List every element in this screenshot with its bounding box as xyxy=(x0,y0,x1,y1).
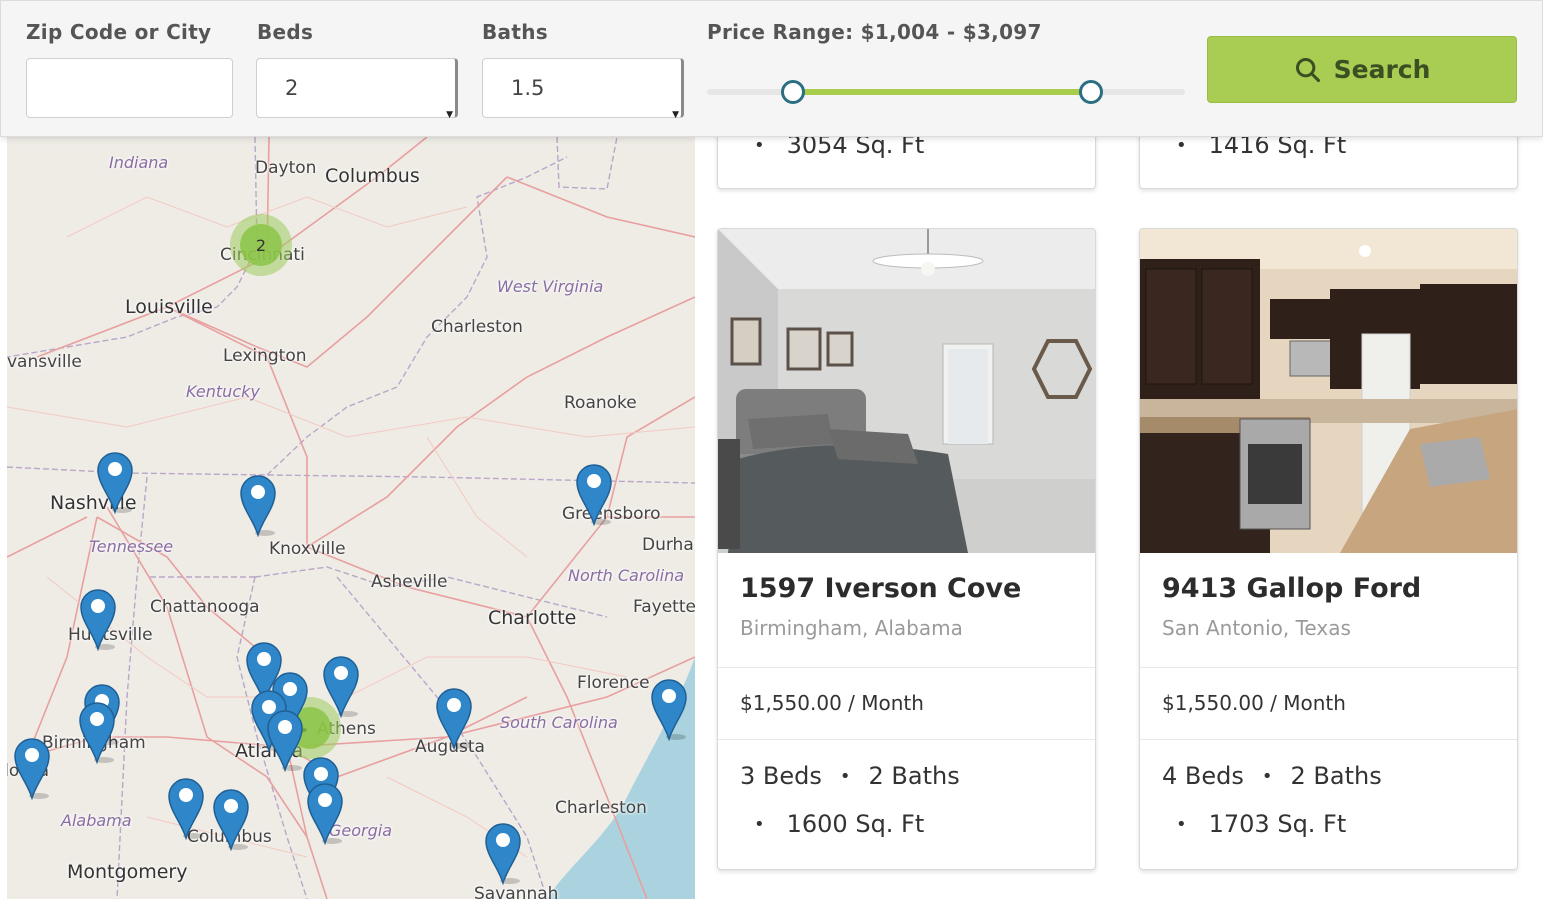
listings-map[interactable]: Indiana Dayton Columbus Cincinnati Louis… xyxy=(7,137,695,899)
map-label-columbus-oh: Columbus xyxy=(325,165,420,187)
map-label-durham: Durham xyxy=(642,535,695,555)
search-button[interactable]: Search xyxy=(1207,36,1517,103)
map-label-kentucky: Kentucky xyxy=(186,382,260,401)
map-label-chattanooga: Chattanooga xyxy=(150,597,260,617)
listing-card[interactable]: 1597 Iverson Cove Birmingham, Alabama $1… xyxy=(717,228,1096,870)
kitchen-photo[interactable] xyxy=(1140,229,1517,553)
listing-beds: 3 Beds xyxy=(740,762,822,790)
map-pin-marker[interactable] xyxy=(96,450,134,515)
map-label-evansville: vansville xyxy=(7,352,82,372)
map-label-south-carolina: South Carolina xyxy=(500,713,618,732)
map-label-fayetteville: Fayettev xyxy=(633,597,695,617)
map-label-charlotte: Charlotte xyxy=(488,607,577,629)
listing-title[interactable]: 9413 Gallop Ford xyxy=(1162,573,1421,604)
baths-label: Baths xyxy=(482,20,548,44)
map-label-knoxville: Knoxville xyxy=(269,539,346,559)
map-label-tennessee: Tennessee xyxy=(89,537,174,556)
listing-beds-baths: 3 Beds • 2 Baths xyxy=(740,762,960,790)
baths-select[interactable]: 1.5 ▼ xyxy=(482,58,684,120)
listing-price: $1,550.00 / Month xyxy=(1162,691,1346,715)
map-pin-marker[interactable] xyxy=(13,736,51,801)
chevron-down-icon: ▼ xyxy=(446,110,453,120)
price-range-label: Price Range: $1,004 - $3,097 xyxy=(707,20,1042,44)
zip-code-input[interactable] xyxy=(26,58,233,118)
listing-location: Birmingham, Alabama xyxy=(740,616,963,640)
map-label-dayton: Dayton xyxy=(255,158,317,178)
search-button-label: Search xyxy=(1333,55,1431,84)
listing-beds: 4 Beds xyxy=(1162,762,1244,790)
listing-location: San Antonio, Texas xyxy=(1162,616,1351,640)
listing-price: $1,550.00 / Month xyxy=(740,691,924,715)
map-pin-marker[interactable] xyxy=(266,708,304,773)
map-label-lexington: Lexington xyxy=(223,346,307,366)
map-label-roanoke: Roanoke xyxy=(564,393,637,413)
map-label-charleston-wv: Charleston xyxy=(431,317,523,337)
divider xyxy=(1140,739,1517,740)
map-pin-marker[interactable] xyxy=(306,781,344,846)
map-pin-marker[interactable] xyxy=(322,654,360,719)
map-pin-marker[interactable] xyxy=(650,677,688,742)
map-label-indiana: Indiana xyxy=(109,153,169,172)
map-label-alabama: Alabama xyxy=(61,811,132,830)
listing-title[interactable]: 1597 Iverson Cove xyxy=(740,573,1021,604)
map-label-savannah: Savannah xyxy=(474,884,559,899)
map-pin-marker[interactable] xyxy=(435,686,473,751)
map-pin-marker[interactable] xyxy=(78,700,116,765)
price-max-handle[interactable] xyxy=(1079,80,1103,104)
listing-sqft: • 1600 Sq. Ft xyxy=(754,810,925,838)
map-pin-marker[interactable] xyxy=(212,787,250,852)
beds-label: Beds xyxy=(257,20,314,44)
price-min-handle[interactable] xyxy=(781,80,805,104)
chevron-down-icon: ▼ xyxy=(672,110,679,120)
map-label-asheville: Asheville xyxy=(371,572,448,592)
map-pin-marker[interactable] xyxy=(239,473,277,538)
listing-card[interactable]: 9413 Gallop Ford San Antonio, Texas $1,5… xyxy=(1139,228,1518,870)
divider xyxy=(1140,667,1517,668)
map-cluster-marker[interactable]: 2 xyxy=(230,214,292,276)
map-label-north-carolina: North Carolina xyxy=(568,566,685,585)
search-filter-bar: Zip Code or City Beds 2 ▼ Baths 1.5 ▼ Pr… xyxy=(0,0,1543,137)
map-pin-marker[interactable] xyxy=(484,821,522,886)
map-label-west-virginia: West Virginia xyxy=(497,277,604,296)
divider xyxy=(718,667,1095,668)
baths-value: 1.5 xyxy=(511,76,545,100)
map-label-louisville: Louisville xyxy=(125,296,213,318)
price-range-slider[interactable] xyxy=(707,80,1185,104)
beds-select[interactable]: 2 ▼ xyxy=(256,58,458,120)
zip-label: Zip Code or City xyxy=(26,20,212,44)
map-label-florence: Florence xyxy=(577,673,650,693)
listing-baths: 2 Baths xyxy=(1290,762,1382,790)
bedroom-photo[interactable] xyxy=(718,229,1095,553)
price-range-fill xyxy=(793,89,1091,95)
divider xyxy=(718,739,1095,740)
beds-value: 2 xyxy=(285,76,299,100)
listing-beds-baths: 4 Beds • 2 Baths xyxy=(1162,762,1382,790)
listing-baths: 2 Baths xyxy=(868,762,960,790)
listing-sqft: • 1703 Sq. Ft xyxy=(1176,810,1347,838)
map-label-charleston-sc: Charleston xyxy=(555,798,647,818)
map-label-montgomery: Montgomery xyxy=(67,861,188,883)
map-pin-marker[interactable] xyxy=(79,587,117,652)
cluster-count: 2 xyxy=(240,224,282,266)
map-pin-marker[interactable] xyxy=(167,776,205,841)
map-pin-marker[interactable] xyxy=(575,462,613,527)
search-icon xyxy=(1295,57,1320,82)
